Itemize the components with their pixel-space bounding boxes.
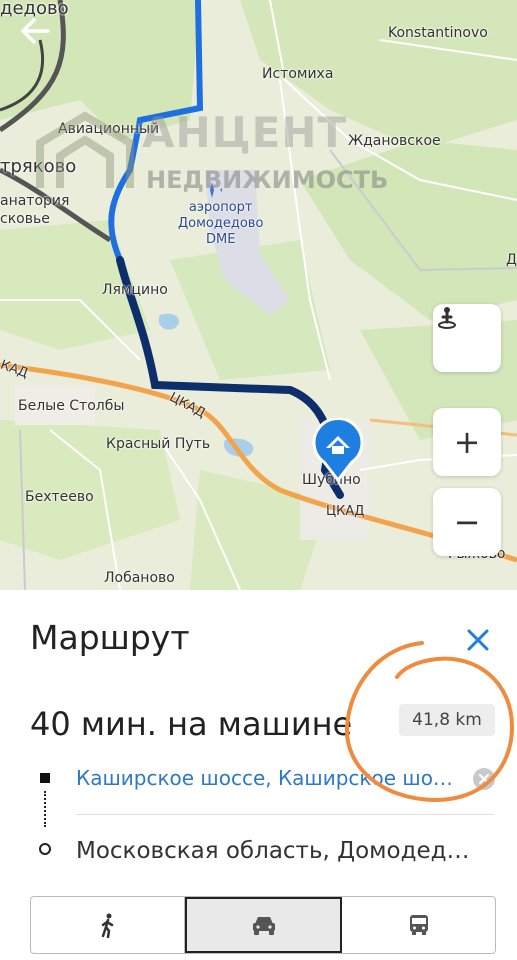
back-button[interactable] bbox=[20, 18, 60, 58]
clear-from-button[interactable] bbox=[473, 768, 495, 790]
place-label-d-edge: Д bbox=[506, 252, 517, 268]
route-duration: 40 мин. на машине bbox=[30, 705, 353, 743]
to-address-field[interactable]: Московская область, Домодед… bbox=[76, 838, 470, 864]
place-label-petryakovo: тряково bbox=[0, 156, 77, 177]
address-separator bbox=[76, 814, 494, 815]
place-label-lyamtsino: Лямцино bbox=[102, 282, 168, 298]
arrow-left-icon bbox=[21, 18, 50, 44]
mode-bus-button[interactable] bbox=[342, 897, 495, 953]
car-icon bbox=[252, 917, 275, 935]
mode-car-button[interactable] bbox=[185, 897, 342, 953]
route-distance-badge: 41,8 km bbox=[399, 704, 495, 736]
zoom-in-button[interactable]: + bbox=[433, 408, 501, 476]
place-label-bekhteevo: Бехтеево bbox=[25, 489, 94, 505]
close-icon bbox=[467, 629, 489, 651]
place-label-aviatsionny: Авиационный bbox=[58, 121, 160, 137]
place-label-krasny-put: Красный Путь bbox=[106, 436, 211, 452]
start-square-icon bbox=[40, 773, 50, 783]
clear-icon bbox=[479, 774, 489, 784]
person-pin-icon bbox=[438, 307, 456, 329]
end-circle-icon bbox=[39, 843, 51, 855]
route-panel: Маршрут 40 мин. на машине 41,8 km Каширс… bbox=[0, 590, 517, 960]
mode-walk-button[interactable] bbox=[31, 897, 185, 953]
route-dots-divider bbox=[44, 791, 48, 827]
walk-icon bbox=[101, 913, 113, 938]
place-label-zhdanovskoe: Ждановское bbox=[348, 133, 441, 149]
zoom-out-button[interactable]: − bbox=[433, 488, 501, 556]
destination-marker[interactable] bbox=[310, 418, 366, 484]
map-view[interactable]: дедово Konstantinovo Истомиха Авиационны… bbox=[0, 0, 517, 590]
airport-label: аэропорт Домодедово DME bbox=[178, 200, 263, 248]
place-label-belye-stolby: Белые Столбы bbox=[18, 398, 125, 414]
from-address-field[interactable]: Каширское шоссе, Каширское шо… bbox=[76, 766, 472, 790]
place-label-domodedovo: дедово bbox=[0, 0, 69, 19]
place-label-konstantinovo: Konstantinovo bbox=[388, 25, 488, 41]
place-label-istomikha: Истомиха bbox=[262, 66, 334, 82]
location-button[interactable] bbox=[433, 304, 501, 372]
airport-label-line2: Домодедово bbox=[178, 216, 264, 231]
place-label-lobanovo: Лобаново bbox=[104, 570, 175, 586]
bus-icon bbox=[409, 915, 428, 935]
airport-label-line3: DME bbox=[205, 232, 236, 247]
panel-title: Маршрут bbox=[30, 618, 190, 657]
road-label-ckad-2: ЦКАД bbox=[326, 504, 365, 519]
airport-label-line1: аэропорт bbox=[188, 200, 253, 215]
close-button[interactable] bbox=[462, 624, 494, 656]
place-label-sanatoriya: анатория bbox=[0, 193, 70, 209]
transport-mode-selector bbox=[30, 896, 496, 954]
place-label-moskovye: сковье bbox=[0, 211, 50, 227]
home-pin-icon bbox=[312, 418, 364, 483]
